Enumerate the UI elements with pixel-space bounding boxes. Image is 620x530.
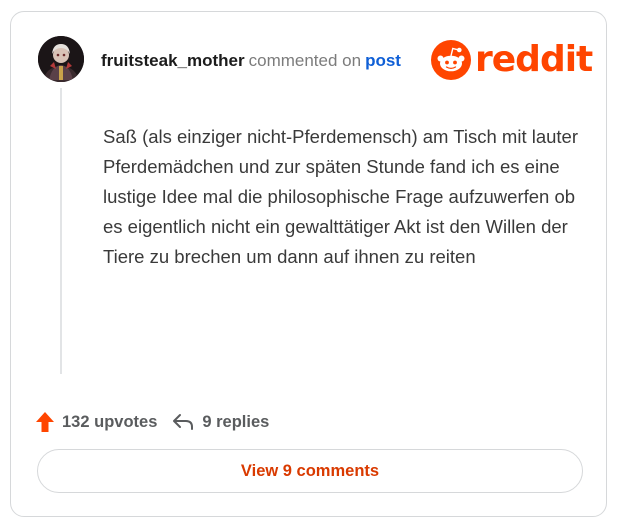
user-avatar[interactable] [38,36,84,82]
comment-body: Saß (als einziger nicht-Pferdemensch) am… [103,126,579,267]
comment-footer: 132 upvotes 9 replies [35,411,269,433]
avatar-image [38,36,84,82]
thread-line [60,88,62,374]
username-link[interactable]: fruitsteak_mother [101,51,245,70]
upvote-arrow-icon[interactable] [35,411,55,433]
reddit-snoo-icon [431,40,471,80]
reddit-wordmark: reddit [475,39,593,80]
view-comments-button[interactable]: View 9 comments [37,449,583,493]
upvote-count: 132 upvotes [62,412,158,431]
comment-header: fruitsteak_mother commented on post [101,50,401,72]
reply-arrow-icon[interactable] [171,412,195,432]
reply-count: 9 replies [202,412,270,431]
reddit-logo: reddit [431,38,593,82]
post-link[interactable]: post [365,51,401,70]
commented-on-label: commented on [248,51,362,70]
comment-card: fruitsteak_mother commented on post reddit… [10,11,607,517]
